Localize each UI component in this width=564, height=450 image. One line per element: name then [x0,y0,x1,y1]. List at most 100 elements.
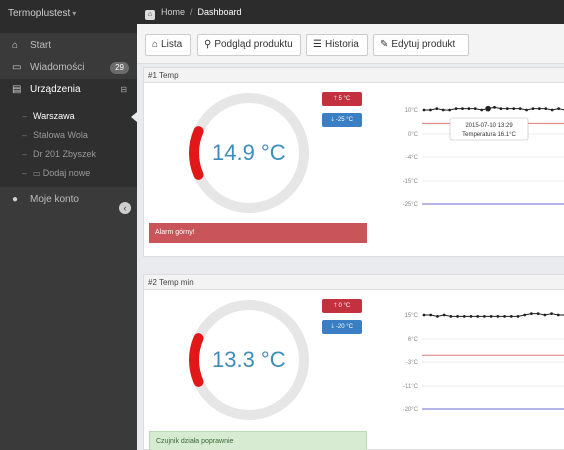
data-point [429,108,432,112]
y-tick-label: 6°C [408,337,419,343]
status-alert: Czujnik działa poprawnie [149,431,367,450]
data-point [422,108,426,112]
sidebar: Termoplustest ▾ ⌂ Start ▭ Wiadomości 29 ▤… [0,0,137,450]
data-point [456,314,459,318]
sidebar-item-label: Moje konto [30,194,79,205]
breadcrumb-separator: / [190,7,193,17]
inbox-icon: ▭ [12,62,22,73]
sidebar-item-messages[interactable]: ▭ Wiadomości 29 [0,57,137,79]
lower-limit-badge: 🡓 -20 °C [322,320,362,334]
search-icon: ⚲ [204,39,212,50]
history-button-label: Historia [324,39,359,50]
data-point [448,108,452,112]
data-point [473,107,477,111]
brand-name: Termoplustest [8,8,71,19]
sidebar-subitem-dr-201[interactable]: – Dr 201 Zbyszek [0,145,137,164]
data-point [518,107,522,111]
sidebar-subitem-label: Warszawa [33,111,75,121]
data-point [531,107,535,111]
data-point [449,314,453,318]
status-alert: Alarm górny! [149,223,367,243]
lower-limit-value: -20 °C [335,324,353,330]
data-point [536,312,540,316]
data-point [422,313,426,317]
y-tick-label: -25°C [403,202,419,208]
messages-count-badge: 29 [110,62,129,74]
sidebar-subitem-warszawa[interactable]: – Warszawa [0,107,137,126]
data-point [505,107,509,111]
temperature-history-chart: 15°C 6°C -3°C -11°C -20°C [403,312,564,413]
chevron-down-icon: ▾ [72,9,77,18]
brand-dropdown[interactable]: Termoplustest ▾ [0,0,137,33]
tooltip-date: 2015-07-10 13:29 [465,123,513,129]
data-point [543,313,547,317]
lower-limit-badge: 🡓 -25 °C [322,113,362,127]
toolbar: ⌂ Lista ⚲ Podgląd produktu ☰ Historia ✎ Edyt… [137,24,564,64]
data-point [436,314,439,318]
sidebar-subitem-add-new[interactable]: – ▭ Dodaj nowe [0,164,137,183]
breadcrumb-home[interactable]: Home [161,7,185,17]
data-point [489,314,493,318]
data-point [469,314,473,318]
data-point [442,313,446,317]
sidebar-subitem-label: Dr 201 Zbyszek [33,149,97,159]
home-icon: ⌂ [12,40,19,51]
product-preview-button[interactable]: ⚲ Podgląd produktu [197,34,301,56]
collapse-sidebar-icon[interactable]: ‹ [119,202,131,214]
temperature-value: 14.9 °C [212,140,286,165]
data-point [556,313,560,317]
data-point [544,107,548,111]
edit-product-button[interactable]: ✎ Edytuj produkt [373,34,469,56]
arrow-down-icon: 🡓 [331,117,335,123]
data-point [462,314,466,318]
data-point [523,313,527,317]
history-button[interactable]: ☰ Historia [306,34,368,56]
upper-limit-badge: 🡑 0 °C [322,299,362,313]
data-point [503,314,506,318]
data-point [461,107,464,111]
active-indicator [131,112,137,122]
edit-icon: ✎ [380,39,389,50]
home-icon: ⌂ [152,39,159,50]
list-button[interactable]: ⌂ Lista [145,34,191,56]
data-point [530,312,533,316]
sidebar-subitem-label: Dodaj nowe [42,168,91,178]
data-point [525,108,528,112]
sidebar-item-start[interactable]: ⌂ Start [0,35,137,57]
list-button-label: Lista [161,39,183,50]
temperature-history-chart: 10°C 0°C -4°C -15°C -25°C 2015-07-10 13:29 Tem… [403,105,564,208]
sidebar-item-account[interactable]: ● Moje konto [0,189,137,211]
data-point [550,108,554,112]
devices-icon: ▤ [12,84,22,95]
product-preview-label: Podgląd produktu [214,39,293,50]
y-tick-label: -4°C [406,155,419,161]
sensor-panel-1: #1 Temp 14.9 °C 🡑 5 °C 🡓 -25 °C Alarm gó… [143,67,564,257]
sidebar-subitem-stalowa-wola[interactable]: – Stalowa Wola [0,126,137,145]
y-tick-label: 10°C [405,108,419,114]
panel-title: #2 Temp min [144,275,564,290]
arrow-up-icon: 🡑 [333,303,337,309]
upper-limit-value: 0 °C [338,303,351,309]
collapse-toggle-icon[interactable]: ⊟ [120,79,127,101]
data-point [550,312,553,316]
data-point [509,314,513,318]
data-point [493,105,496,109]
sidebar-item-label: Urządzenia [30,84,81,95]
data-point [435,107,439,111]
arrow-up-icon: 🡑 [333,96,337,102]
y-tick-label: -20°C [403,407,419,413]
sensor-panel-2: #2 Temp min 13.3 °C 🡑 0 °C 🡓 -20 °C Czuj… [143,274,564,450]
data-point [429,313,433,317]
breadcrumb-current: Dashboard [197,7,242,17]
sidebar-subitem-label: Stalowa Wola [33,130,88,140]
breadcrumb: ⌂ Home / Dashboard [137,0,564,24]
lower-limit-value: -25 °C [335,117,353,123]
data-point [499,107,503,111]
sidebar-item-label: Start [30,40,52,51]
list-icon: ☰ [313,39,322,50]
gauge-fill-arc [189,126,204,180]
upper-limit-value: 5 °C [338,96,351,102]
sidebar-item-devices[interactable]: ▤ Urządzenia ⊟ [0,79,137,101]
monitor-icon: ▭ [33,169,43,178]
upper-limit-badge: 🡑 5 °C [322,92,362,106]
